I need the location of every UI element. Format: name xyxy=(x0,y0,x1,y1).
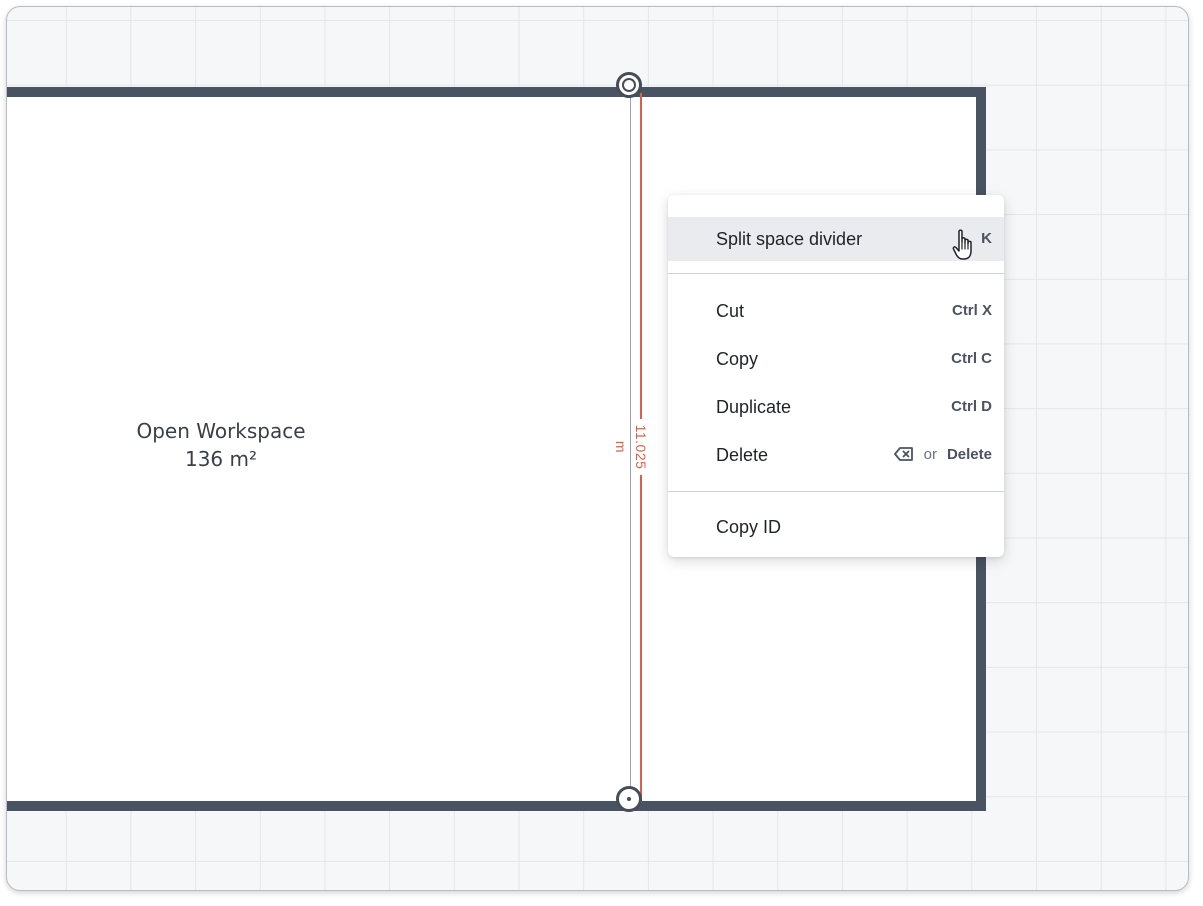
menu-item-label: Duplicate xyxy=(716,397,792,417)
handle-ring-icon xyxy=(622,78,636,92)
menu-item-cut[interactable]: Cut Ctrl X xyxy=(668,289,1004,333)
divider-endpoint-handle-bottom[interactable] xyxy=(616,786,642,812)
menu-item-label: Cut xyxy=(716,301,745,321)
divider-length-label: 11.025 m xyxy=(613,419,651,475)
menu-item-shortcut: K xyxy=(981,230,992,247)
menu-separator xyxy=(668,273,1004,274)
room-area: 136 m² xyxy=(184,447,258,471)
menu-separator xyxy=(668,491,1004,492)
menu-item-label: Copy xyxy=(716,349,759,369)
floorplan-canvas[interactable]: Open Workspace 136 m² 11.025 m xyxy=(6,6,1189,891)
divider-endpoint-handle-top[interactable] xyxy=(616,72,642,98)
menu-item-copy-id[interactable]: Copy ID xyxy=(668,505,1004,549)
shortcut-delete-key: Delete xyxy=(946,446,992,463)
menu-item-label: Delete xyxy=(716,445,769,465)
room-label: Open Workspace 136 m² xyxy=(87,417,355,473)
menu-item-shortcut: Ctrl X xyxy=(951,302,992,319)
menu-item-shortcut: or Delete xyxy=(893,433,992,477)
room-name: Open Workspace xyxy=(136,419,306,443)
shortcut-or-text: or xyxy=(923,446,937,463)
menu-item-delete[interactable]: Delete or Delete xyxy=(668,433,1004,477)
menu-item-label: Copy ID xyxy=(716,517,782,537)
menu-item-duplicate[interactable]: Duplicate Ctrl D xyxy=(668,385,1004,429)
handle-dot-icon xyxy=(627,797,631,801)
menu-item-label: Split space divider xyxy=(716,229,863,249)
hand-pointer-icon xyxy=(952,229,972,260)
menu-item-shortcut: Ctrl D xyxy=(951,398,992,415)
menu-item-shortcut: Ctrl C xyxy=(951,350,992,367)
backspace-icon xyxy=(893,446,913,461)
menu-item-copy[interactable]: Copy Ctrl C xyxy=(668,337,1004,381)
